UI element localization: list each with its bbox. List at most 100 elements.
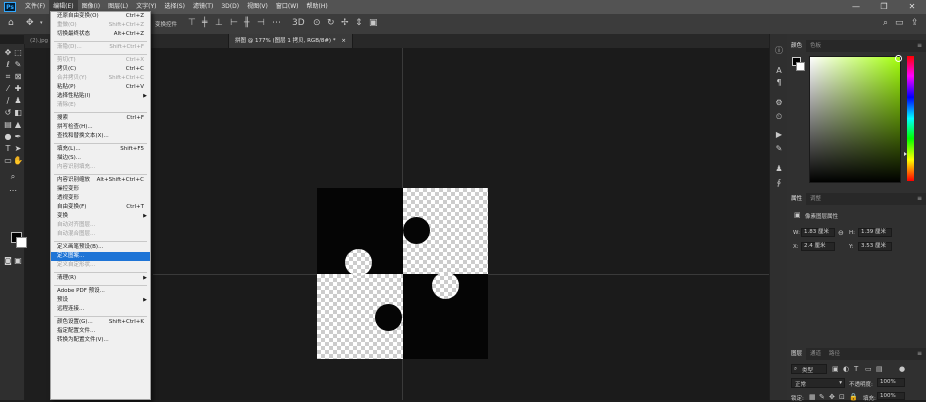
edit-menu-item[interactable]: 定义自定形状... [51, 261, 150, 270]
3d-drag-icon[interactable]: ✢ [341, 18, 349, 29]
filter-shape-icon[interactable]: ▭ [865, 365, 872, 373]
3d-slide-icon[interactable]: ⇕ [355, 18, 363, 29]
info-icon[interactable]: ⓘ [774, 46, 784, 56]
share-icon[interactable]: ⇪ [911, 18, 919, 29]
layer-filter-select[interactable]: ⌕ 类型 [791, 364, 827, 374]
healing-brush-tool-icon[interactable]: ✚ [13, 84, 23, 94]
height-field[interactable]: 1.39 厘米 [858, 228, 892, 237]
edit-menu-item[interactable]: 填充(L)... Shift+F5 [51, 145, 150, 154]
opacity-field[interactable]: 100% [877, 378, 905, 387]
adjust-brush-icon[interactable]: ⚙ [774, 98, 784, 108]
x-position-field[interactable]: 2.4 厘米 [801, 242, 835, 251]
close-icon[interactable]: × [341, 38, 346, 44]
background-color-swatch[interactable] [16, 237, 27, 248]
menu-select[interactable]: 选择(S) [160, 0, 189, 14]
pen-tool-icon[interactable]: ✒ [13, 132, 23, 142]
clone-stamp-tool-icon[interactable]: ♟ [13, 96, 23, 106]
lasso-tool-icon[interactable]: ℓ [3, 60, 13, 70]
screen-mode-icon[interactable]: ▣ [13, 256, 23, 266]
type-tool-icon[interactable]: T [3, 144, 13, 154]
tab-color[interactable]: 颜色 [787, 40, 807, 52]
edit-menu-item[interactable]: 颜色设置(G)... Shift+Ctrl+K [51, 318, 150, 327]
tab-channels[interactable]: 通道 [806, 348, 825, 360]
history-brush-tool-icon[interactable]: ↺ [3, 108, 13, 118]
filter-type-icon[interactable]: T [854, 365, 858, 373]
edit-menu-item[interactable]: 切换最终状态 Alt+Ctrl+Z [51, 30, 150, 39]
tool-preset-chevron-icon[interactable]: ▾ [40, 18, 43, 29]
menu-window[interactable]: 窗口(W) [272, 0, 303, 14]
close-button[interactable]: ✕ [898, 0, 926, 14]
edit-menu-item[interactable]: 自动混合图层... [51, 230, 150, 239]
edit-menu-item[interactable]: 内容识别填充... [51, 163, 150, 172]
tab-swatches[interactable]: 色板 [806, 40, 825, 52]
dodge-tool-icon[interactable]: ● [3, 132, 13, 142]
3d-orbit-icon[interactable]: ⊙ [313, 18, 321, 29]
search-icon[interactable]: ⌕ [883, 18, 888, 29]
eyedropper-tool-icon[interactable]: ⁄ [3, 84, 13, 94]
actions-panel-icon[interactable]: ▶ [774, 130, 784, 140]
edit-menu-item[interactable]: 查找和替换文本(X)... [51, 132, 150, 141]
edit-menu-item[interactable]: 远程连接... [51, 305, 150, 314]
align-left-icon[interactable]: ⊢ [230, 18, 238, 29]
edit-menu-item[interactable]: 自由变换(F) Ctrl+T [51, 203, 150, 212]
brush-panel-icon[interactable]: ✎ [774, 144, 784, 154]
edit-menu-item[interactable]: 清理(R) ▶ [51, 274, 150, 283]
eraser-tool-icon[interactable]: ◧ [13, 108, 23, 118]
tab-properties[interactable]: 属性 [787, 193, 807, 205]
canvas-area[interactable] [153, 48, 769, 400]
filter-pixel-icon[interactable]: ▣ [832, 365, 839, 373]
document-artwork[interactable] [317, 188, 488, 359]
move-tool-icon[interactable]: ✥ [3, 48, 13, 58]
menu-file[interactable]: 文件(F) [21, 0, 49, 14]
filter-toggle-icon[interactable]: ● [899, 365, 905, 373]
menu-filter[interactable]: 滤镜(T) [189, 0, 217, 14]
brush-tool-icon[interactable]: ∕ [3, 96, 13, 106]
menu-3d[interactable]: 3D(D) [217, 0, 243, 14]
filter-adjustment-icon[interactable]: ◐ [843, 365, 849, 373]
edit-menu-item[interactable]: 合并拷贝(Y) Shift+Ctrl+C [51, 74, 150, 83]
edit-menu-item[interactable]: 定义图案... [51, 252, 150, 261]
edit-menu-item[interactable]: 拷贝(C) Ctrl+C [51, 65, 150, 74]
marquee-tool-icon[interactable]: ⬚ [13, 48, 23, 58]
path-select-tool-icon[interactable]: ➤ [13, 144, 23, 154]
edit-menu-item[interactable]: 清除(E) [51, 101, 150, 110]
paragraph-panel-icon[interactable]: ¶ [774, 78, 784, 88]
menu-help[interactable]: 帮助(H) [303, 0, 332, 14]
tab-layers[interactable]: 图层 [787, 348, 807, 360]
gradient-tool-icon[interactable]: ▤ [3, 120, 13, 130]
tab-paths[interactable]: 路径 [825, 348, 844, 360]
edit-menu-item[interactable]: 描边(S)... [51, 154, 150, 163]
edit-menu-item[interactable]: 剪切(T) Ctrl+X [51, 56, 150, 65]
workspace-icon[interactable]: ▭ [895, 18, 904, 29]
background-color-swatch[interactable] [796, 62, 805, 71]
distribute-icon[interactable]: ⋯ [272, 18, 281, 29]
3d-roll-icon[interactable]: ↻ [327, 18, 335, 29]
hue-slider[interactable] [904, 56, 914, 181]
blend-mode-select[interactable]: 正常 ▾ [791, 378, 845, 388]
filter-smart-object-icon[interactable]: ▤ [876, 365, 883, 373]
zoom-tool-icon[interactable]: ⌕ [8, 172, 18, 182]
restore-button[interactable]: ❐ [870, 0, 898, 14]
clone-source-icon[interactable]: ♟ [774, 164, 784, 174]
color-picker-marker[interactable] [895, 55, 902, 62]
quick-select-tool-icon[interactable]: ✎ [13, 60, 23, 70]
y-position-field[interactable]: 3.53 厘米 [858, 242, 892, 251]
edit-menu-item[interactable]: 还原自由变换(O) Ctrl+Z [51, 12, 150, 21]
glyphs-panel-icon[interactable]: ∮ [774, 178, 784, 188]
edit-menu-item[interactable]: 重做(O) Shift+Ctrl+Z [51, 21, 150, 30]
panel-menu-icon[interactable]: ≡ [917, 193, 922, 205]
hand-tool-icon[interactable]: ✋ [13, 156, 23, 166]
crop-tool-icon[interactable]: ⌗ [3, 72, 13, 82]
menu-view[interactable]: 视图(V) [243, 0, 272, 14]
panel-menu-icon[interactable]: ≡ [917, 348, 922, 360]
align-vcenter-icon[interactable]: ╪ [202, 18, 207, 29]
width-field[interactable]: 1.83 厘米 [801, 228, 835, 237]
move-tool-icon[interactable]: ✥ [26, 18, 34, 29]
frame-tool-icon[interactable]: ⊠ [13, 72, 23, 82]
edit-menu-item[interactable]: 渐隐(D)... Shift+Ctrl+F [51, 43, 150, 52]
align-top-icon[interactable]: ⊤ [188, 18, 196, 29]
quick-mask-icon[interactable]: ◙ [3, 256, 13, 266]
link-icon[interactable]: ⊖ [838, 229, 844, 237]
edit-menu-item[interactable]: 内容识别缩放 Alt+Shift+Ctrl+C [51, 176, 150, 185]
hue-slider-handle[interactable] [904, 152, 907, 156]
